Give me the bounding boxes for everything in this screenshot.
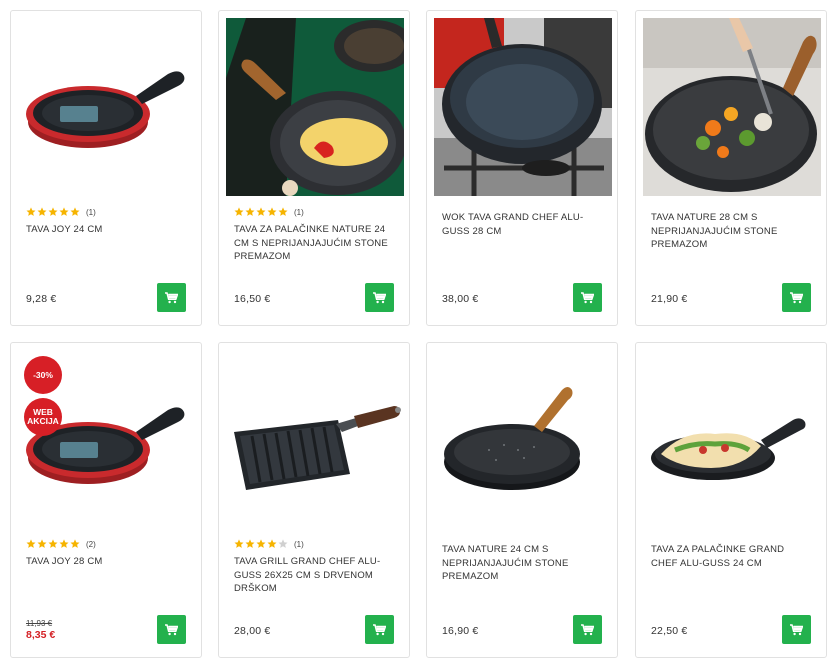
add-to-cart-button[interactable] xyxy=(573,283,602,312)
product-card[interactable]: -30% WEB AKCIJA (2) TAVA JOY 28 CM 11,93… xyxy=(10,342,202,658)
product-price: 28,00 € xyxy=(234,625,271,637)
product-image[interactable] xyxy=(18,18,196,196)
cart-icon xyxy=(581,623,594,635)
cart-icon xyxy=(165,291,178,303)
web-sale-badge: WEB AKCIJA xyxy=(24,398,62,436)
add-to-cart-button[interactable] xyxy=(157,283,186,312)
product-card[interactable]: (1) TAVA ZA PALAČINKE NATURE 24 CM S NEP… xyxy=(218,10,410,326)
rating-stars xyxy=(234,207,288,217)
old-price: 11,93 € xyxy=(26,619,53,628)
star-icon xyxy=(267,207,277,216)
crepe-pan-image xyxy=(651,418,806,480)
product-card[interactable]: TAVA NATURE 24 CM S NEPRIJANJAJUĆIM STON… xyxy=(426,342,618,658)
star-icon xyxy=(267,539,277,548)
rating-stars xyxy=(26,539,80,549)
star-empty-icon xyxy=(278,539,288,548)
product-price: 9,28 € xyxy=(26,293,57,305)
star-icon xyxy=(70,207,80,216)
add-to-cart-button[interactable] xyxy=(573,615,602,644)
add-to-cart-button[interactable] xyxy=(782,615,811,644)
product-title[interactable]: TAVA GRILL GRAND CHEF ALU-GUSS 26x25 CM … xyxy=(234,555,394,596)
stone-pan-image xyxy=(444,387,580,490)
sale-price: 8,35 € xyxy=(26,629,56,641)
product-rating: (1) xyxy=(234,538,304,550)
product-title[interactable]: WOK TAVA GRAND CHEF ALU-GUSS 28 CM xyxy=(442,211,602,238)
product-price: 38,00 € xyxy=(442,293,479,305)
star-icon xyxy=(278,207,288,216)
star-icon xyxy=(48,207,58,216)
product-image[interactable] xyxy=(434,350,612,528)
star-icon xyxy=(70,539,80,548)
product-rating: (1) xyxy=(234,206,304,218)
rating-count: (1) xyxy=(294,207,304,217)
product-image[interactable] xyxy=(643,18,821,196)
star-icon xyxy=(59,539,69,548)
rating-count: (1) xyxy=(86,207,96,217)
rating-stars xyxy=(234,539,288,549)
cart-icon xyxy=(165,623,178,635)
star-icon xyxy=(26,207,36,216)
product-title[interactable]: TAVA JOY 28 CM xyxy=(26,555,186,569)
product-card[interactable]: TAVA NATURE 28 CM S NEPRIJANJAJUĆIM STON… xyxy=(635,10,827,326)
product-grid: (1) TAVA JOY 24 CM 9,28 € (1) TAVA ZA PA… xyxy=(10,10,828,660)
product-title[interactable]: TAVA NATURE 24 CM S NEPRIJANJAJUĆIM STON… xyxy=(442,543,602,584)
star-icon xyxy=(234,539,244,548)
product-image[interactable] xyxy=(643,350,821,528)
product-title[interactable]: TAVA NATURE 28 CM S NEPRIJANJAJUĆIM STON… xyxy=(651,211,811,252)
rating-count: (2) xyxy=(86,539,96,549)
add-to-cart-button[interactable] xyxy=(365,615,394,644)
star-icon xyxy=(256,539,266,548)
product-card[interactable]: TAVA ZA PALAČINKE GRAND CHEF ALU-GUSS 24… xyxy=(635,342,827,658)
product-card[interactable]: (1) TAVA GRILL GRAND CHEF ALU-GUSS 26x25… xyxy=(218,342,410,658)
star-icon xyxy=(48,539,58,548)
wok-image xyxy=(434,18,612,196)
rating-count: (1) xyxy=(294,539,304,549)
grill-pan-image xyxy=(234,406,401,490)
discount-badge: -30% xyxy=(24,356,62,394)
stone-pan-image xyxy=(643,18,821,196)
add-to-cart-button[interactable] xyxy=(782,283,811,312)
add-to-cart-button[interactable] xyxy=(365,283,394,312)
product-card[interactable]: (1) TAVA JOY 24 CM 9,28 € xyxy=(10,10,202,326)
cart-icon xyxy=(790,291,803,303)
add-to-cart-button[interactable] xyxy=(157,615,186,644)
star-icon xyxy=(26,539,36,548)
product-title[interactable]: TAVA JOY 24 CM xyxy=(26,223,186,237)
product-price: 16,90 € xyxy=(442,625,479,637)
product-title[interactable]: TAVA ZA PALAČINKE NATURE 24 CM S NEPRIJA… xyxy=(234,223,394,264)
product-price: 16,50 € xyxy=(234,293,271,305)
cart-icon xyxy=(790,623,803,635)
star-icon xyxy=(256,207,266,216)
star-icon xyxy=(245,539,255,548)
product-rating: (1) xyxy=(26,206,96,218)
cart-icon xyxy=(373,623,386,635)
star-icon xyxy=(37,207,47,216)
product-card[interactable]: WOK TAVA GRAND CHEF ALU-GUSS 28 CM 38,00… xyxy=(426,10,618,326)
star-icon xyxy=(234,207,244,216)
star-icon xyxy=(59,207,69,216)
product-image[interactable] xyxy=(434,18,612,196)
product-price: 22,50 € xyxy=(651,625,688,637)
crepe-pan-image xyxy=(226,18,404,196)
product-image[interactable] xyxy=(226,18,404,196)
product-price: 21,90 € xyxy=(651,293,688,305)
star-icon xyxy=(37,539,47,548)
cart-icon xyxy=(373,291,386,303)
cart-icon xyxy=(581,291,594,303)
product-image[interactable] xyxy=(226,350,404,528)
product-title[interactable]: TAVA ZA PALAČINKE GRAND CHEF ALU-GUSS 24… xyxy=(651,543,811,570)
rating-stars xyxy=(26,207,80,217)
frying-pan-image xyxy=(26,71,185,148)
product-rating: (2) xyxy=(26,538,96,550)
star-icon xyxy=(245,207,255,216)
